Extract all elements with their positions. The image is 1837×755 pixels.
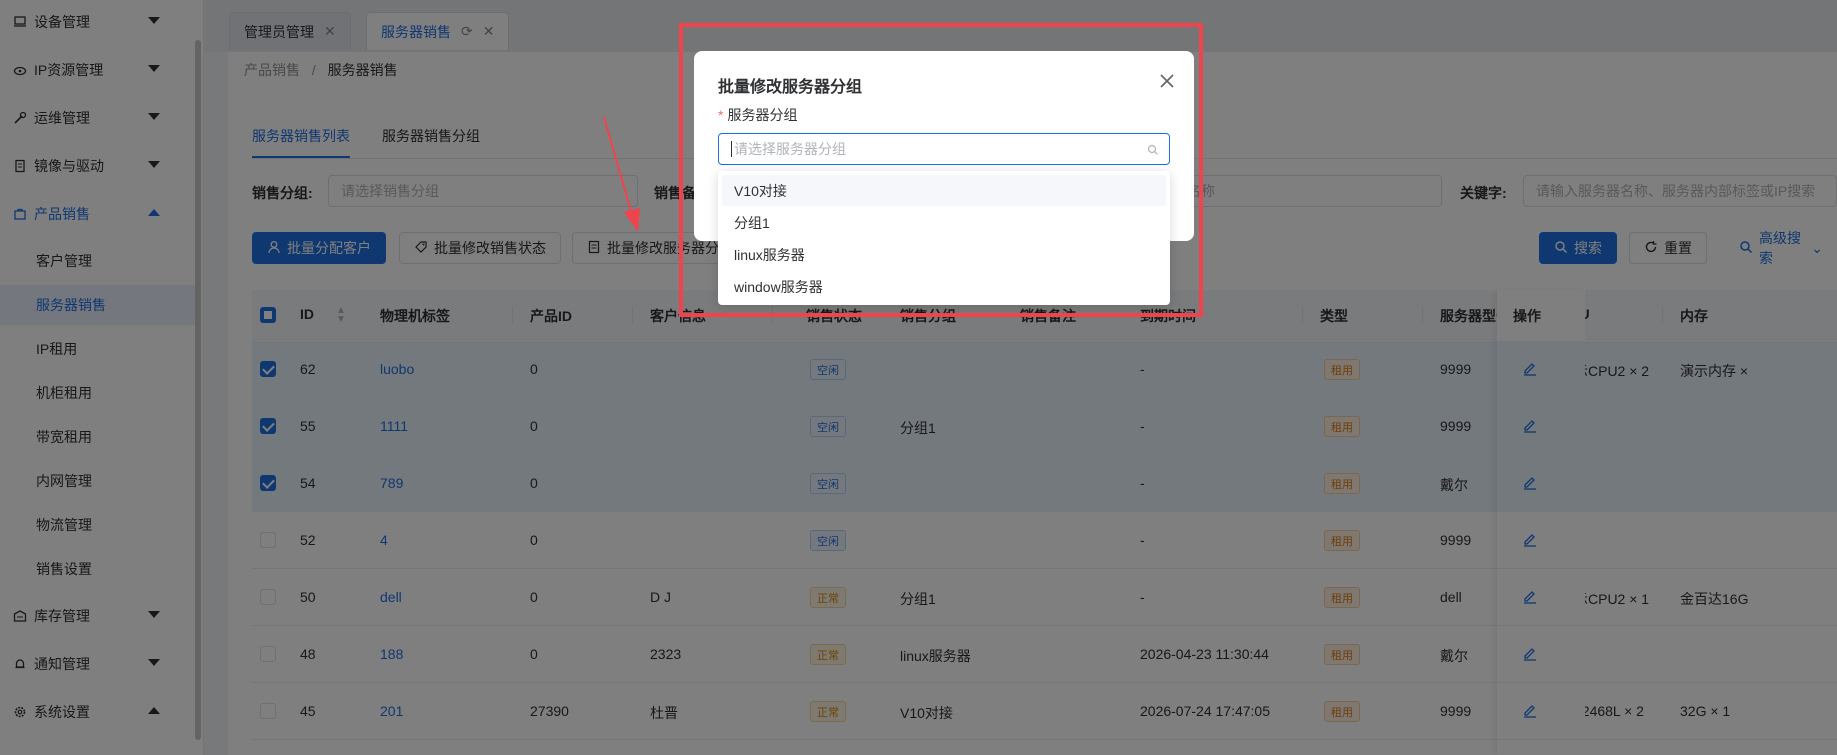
annotation-highlight-box (679, 23, 1203, 317)
